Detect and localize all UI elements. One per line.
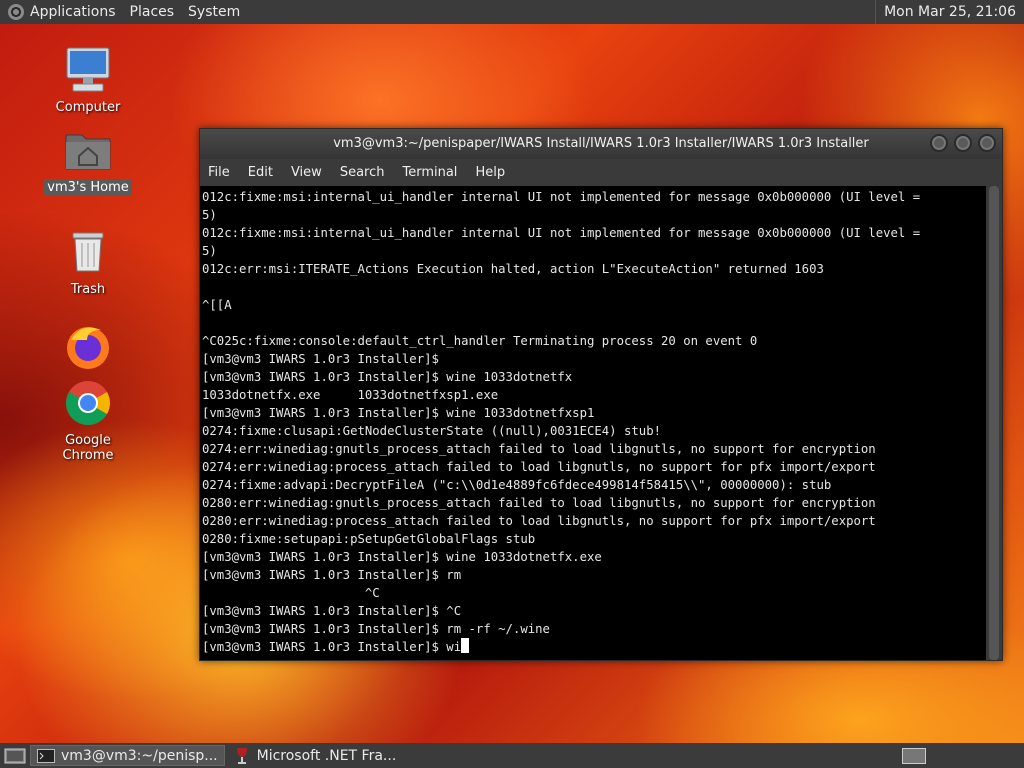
terminal-line: 1033dotnetfx.exe 1033dotnetfxsp1.exe xyxy=(202,388,499,402)
terminal-line: [vm3@vm3 IWARS 1.0r3 Installer]$ rm xyxy=(202,568,462,582)
desktop-icon-label: Trash xyxy=(70,282,106,297)
terminal-line: 0274:fixme:clusapi:GetNodeClusterState (… xyxy=(202,424,662,438)
wine-icon xyxy=(236,747,247,764)
chrome-icon xyxy=(66,381,110,425)
terminal-line: 0280:err:winediag:process_attach failed … xyxy=(202,514,876,528)
taskbar-item-terminal[interactable]: vm3@vm3:~/penisp... xyxy=(30,745,225,766)
terminal-line: 5) xyxy=(202,244,217,258)
terminal-line: 0274:err:winediag:gnutls_process_attach … xyxy=(202,442,876,456)
menu-system[interactable]: System xyxy=(188,4,240,20)
taskbar-item-label: vm3@vm3:~/penisp... xyxy=(61,747,218,764)
menu-search[interactable]: Search xyxy=(340,165,385,180)
home-folder-icon xyxy=(65,134,111,170)
menu-edit[interactable]: Edit xyxy=(248,165,273,180)
text-cursor xyxy=(461,638,470,653)
terminal-line: 0280:err:winediag:gnutls_process_attach … xyxy=(202,496,876,510)
terminal-current-input: [vm3@vm3 IWARS 1.0r3 Installer]$ wi xyxy=(202,640,462,654)
menu-help[interactable]: Help xyxy=(475,165,505,180)
desktop-icon-label: Google Chrome xyxy=(62,433,114,463)
menu-places[interactable]: Places xyxy=(130,4,175,20)
terminal-line: 012c:err:msi:ITERATE_Actions Execution h… xyxy=(202,262,824,276)
top-panel: Applications Places System Mon Mar 25, 2… xyxy=(0,0,1024,24)
terminal-scrollbar[interactable] xyxy=(986,186,1002,660)
window-title: vm3@vm3:~/penispaper/IWARS Install/IWARS… xyxy=(333,136,869,151)
terminal-icon xyxy=(37,748,55,763)
terminal-line: 0274:err:winediag:process_attach failed … xyxy=(202,460,876,474)
desktop-icon-label: vm3's Home xyxy=(44,179,132,196)
terminal-line: [vm3@vm3 IWARS 1.0r3 Installer]$ xyxy=(202,352,439,366)
minimize-button[interactable] xyxy=(930,134,948,152)
terminal-line: 0274:fixme:advapi:DecryptFileA ("c:\\0d1… xyxy=(202,478,832,492)
desktop-icon-chrome[interactable]: Google Chrome xyxy=(43,378,133,464)
menu-terminal[interactable]: Terminal xyxy=(402,165,457,180)
desktop-icon-firefox[interactable] xyxy=(43,322,133,376)
terminal-prompt-line: [vm3@vm3 IWARS 1.0r3 Installer]$ wi xyxy=(202,638,986,656)
terminal-line: 012c:fixme:msi:internal_ui_handler inter… xyxy=(202,226,921,240)
terminal-line: 0280:fixme:setupapi:pSetupGetGlobalFlags… xyxy=(202,532,536,546)
menu-applications[interactable]: Applications xyxy=(30,4,116,20)
show-desktop-icon[interactable] xyxy=(4,747,26,765)
window-titlebar[interactable]: vm3@vm3:~/penispaper/IWARS Install/IWARS… xyxy=(200,129,1002,159)
distro-logo-icon[interactable] xyxy=(8,4,24,20)
scrollbar-thumb[interactable] xyxy=(989,186,999,660)
terminal-line: [vm3@vm3 IWARS 1.0r3 Installer]$ wine 10… xyxy=(202,370,573,384)
terminal-line: ^C025c:fixme:console:default_ctrl_handle… xyxy=(202,334,758,348)
workspace-switcher[interactable] xyxy=(902,748,926,764)
desktop-icon-label: Computer xyxy=(55,100,121,115)
terminal-line: [vm3@vm3 IWARS 1.0r3 Installer]$ ^C xyxy=(202,604,462,618)
desktop-icon-trash[interactable]: Trash xyxy=(43,227,133,298)
menu-file[interactable]: File xyxy=(208,165,230,180)
terminal-line: ^C xyxy=(202,586,380,600)
menu-view[interactable]: View xyxy=(291,165,322,180)
terminal-line: [vm3@vm3 IWARS 1.0r3 Installer]$ wine 10… xyxy=(202,550,602,564)
terminal-window: vm3@vm3:~/penispaper/IWARS Install/IWARS… xyxy=(199,128,1003,661)
terminal-output[interactable]: 012c:fixme:msi:internal_ui_handler inter… xyxy=(200,186,986,660)
taskbar-item-dotnet[interactable]: Microsoft .NET Fra... xyxy=(229,745,403,766)
terminal-line: 5) xyxy=(202,208,217,222)
desktop-icon-computer[interactable]: Computer xyxy=(43,45,133,116)
terminal-line: 012c:fixme:msi:internal_ui_handler inter… xyxy=(202,190,921,204)
bottom-panel: vm3@vm3:~/penisp... Microsoft .NET Fra..… xyxy=(0,743,1024,768)
computer-icon xyxy=(66,47,110,92)
maximize-button[interactable] xyxy=(954,134,972,152)
terminal-line: [vm3@vm3 IWARS 1.0r3 Installer]$ rm -rf … xyxy=(202,622,550,636)
taskbar-item-label: Microsoft .NET Fra... xyxy=(256,747,397,764)
window-menubar: File Edit View Search Terminal Help xyxy=(200,159,1002,186)
terminal-line: [vm3@vm3 IWARS 1.0r3 Installer]$ wine 10… xyxy=(202,406,595,420)
firefox-icon xyxy=(67,327,109,369)
desktop-icon-home[interactable]: vm3's Home xyxy=(43,125,133,196)
trash-icon xyxy=(72,232,104,272)
clock[interactable]: Mon Mar 25, 21:06 xyxy=(875,0,1024,24)
terminal-line: ^[[A xyxy=(202,298,232,312)
close-button[interactable] xyxy=(978,134,996,152)
